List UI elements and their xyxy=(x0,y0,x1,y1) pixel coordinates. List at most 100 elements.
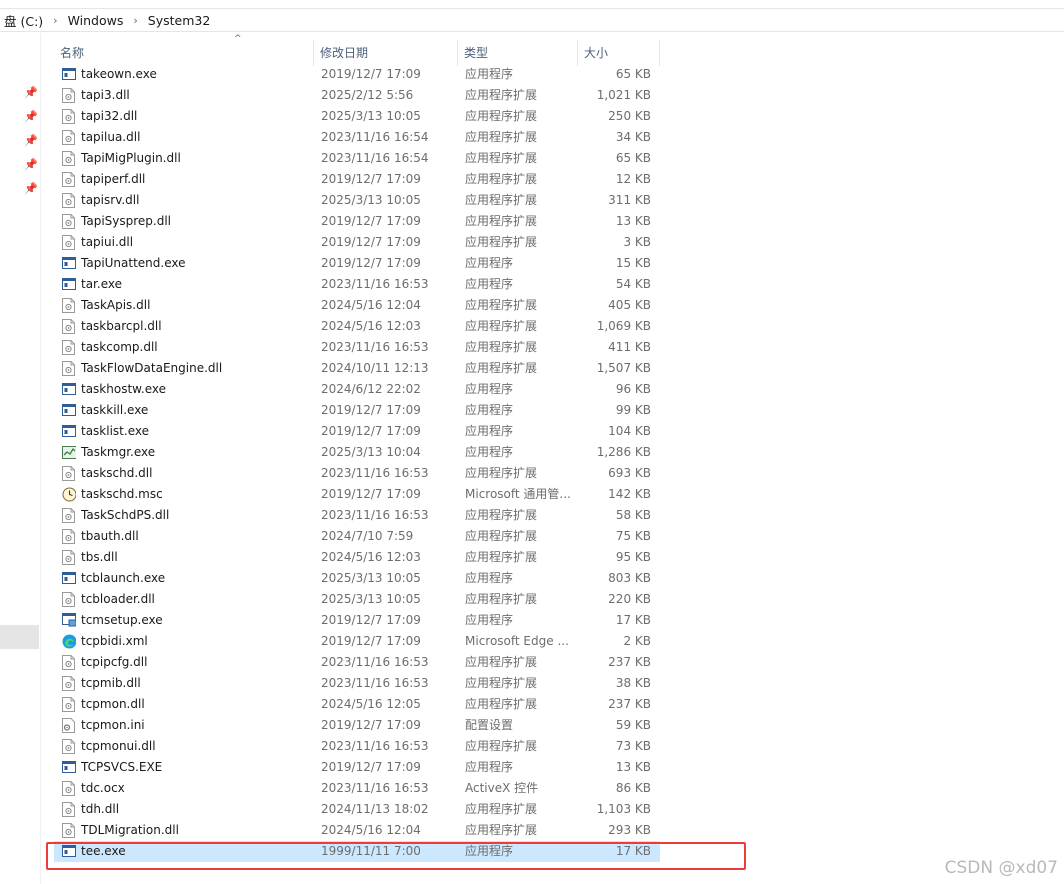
exe-icon xyxy=(62,760,76,775)
file-row[interactable]: taskkill.exe 2019/12/7 17:09 应用程序 99 KB xyxy=(54,400,660,421)
dll-icon xyxy=(62,676,76,691)
file-row[interactable]: TaskSchdPS.dll 2023/11/16 16:53 应用程序扩展 58 K… xyxy=(54,505,660,526)
dll-icon xyxy=(62,172,76,187)
file-date: 2023/11/16 16:54 xyxy=(321,130,429,144)
dll-icon xyxy=(62,340,76,355)
file-name: tcpipcfg.dll xyxy=(81,655,148,669)
column-header-name[interactable]: 名称 xyxy=(54,40,314,66)
file-row[interactable]: TCPSVCS.EXE 2019/12/7 17:09 应用程序 13 KB xyxy=(54,757,660,778)
file-size: 1,069 KB xyxy=(596,319,651,333)
file-row[interactable]: tcpbidi.xml 2019/12/7 17:09 Microsoft Edge… xyxy=(54,631,660,652)
file-type: 应用程序 xyxy=(465,613,514,627)
file-date: 2023/11/16 16:53 xyxy=(321,508,429,522)
taskmgr-icon xyxy=(62,445,76,460)
file-row[interactable]: tcpmonui.dll 2023/11/16 16:53 应用程序扩展 73 KB xyxy=(54,736,660,757)
file-row[interactable]: TaskFlowDataEngine.dll 2024/10/11 12:13 应用… xyxy=(54,358,660,379)
file-row[interactable]: takeown.exe 2019/12/7 17:09 应用程序 65 KB xyxy=(54,64,660,85)
column-header-date[interactable]: 修改日期 xyxy=(314,40,458,66)
file-date: 2023/11/16 16:53 xyxy=(321,739,429,753)
file-name: tcbloader.dll xyxy=(81,592,155,606)
file-type: 应用程序扩展 xyxy=(465,214,538,228)
dll-icon xyxy=(62,550,76,565)
file-row[interactable]: taskhostw.exe 2024/6/12 22:02 应用程序 96 KB xyxy=(54,379,660,400)
pin-icon: 📌 xyxy=(24,134,38,147)
file-name: TaskApis.dll xyxy=(81,298,151,312)
file-row[interactable]: tbs.dll 2024/5/16 12:03 应用程序扩展 95 KB xyxy=(54,547,660,568)
file-type: 应用程序扩展 xyxy=(465,592,538,606)
file-row[interactable]: TapiMigPlugin.dll 2023/11/16 16:54 应用程序扩展 6… xyxy=(54,148,660,169)
file-name: taskschd.msc xyxy=(81,487,163,501)
file-row[interactable]: taskbarcpl.dll 2024/5/16 12:03 应用程序扩展 1,069… xyxy=(54,316,660,337)
file-date: 2025/3/13 10:04 xyxy=(321,445,421,459)
file-row[interactable]: taskschd.dll 2023/11/16 16:53 应用程序扩展 693 KB xyxy=(54,463,660,484)
file-size: 17 KB xyxy=(615,613,651,627)
file-row[interactable]: tcpmib.dll 2023/11/16 16:53 应用程序扩展 38 KB xyxy=(54,673,660,694)
file-type: 应用程序 xyxy=(465,67,514,81)
file-name: taskbarcpl.dll xyxy=(81,319,162,333)
column-header-type[interactable]: 类型 xyxy=(458,40,578,66)
file-type: 应用程序 xyxy=(465,382,514,396)
nav-selected-item[interactable] xyxy=(0,625,39,649)
file-date: 2023/11/16 16:54 xyxy=(321,151,429,165)
column-header: 名称 ^ 修改日期 类型 大小 xyxy=(54,34,660,66)
file-row[interactable]: tbauth.dll 2024/7/10 7:59 应用程序扩展 75 KB xyxy=(54,526,660,547)
file-row[interactable]: tdc.ocx 2023/11/16 16:53 ActiveX 控件 86 KB xyxy=(54,778,660,799)
file-row[interactable]: Taskmgr.exe 2025/3/13 10:04 应用程序 1,286 KB xyxy=(54,442,660,463)
file-row[interactable]: TapiSysprep.dll 2019/12/7 17:09 应用程序扩展 13 K… xyxy=(54,211,660,232)
file-size: 237 KB xyxy=(608,697,651,711)
file-name: tdc.ocx xyxy=(81,781,125,795)
file-date: 2019/12/7 17:09 xyxy=(321,487,421,501)
dll-icon xyxy=(62,508,76,523)
file-type: Microsoft 通用管... xyxy=(465,487,571,501)
file-row[interactable]: tar.exe 2023/11/16 16:53 应用程序 54 KB xyxy=(54,274,660,295)
dll-icon xyxy=(62,298,76,313)
file-row[interactable]: tcpmon.ini 2019/12/7 17:09 配置设置 59 KB xyxy=(54,715,660,736)
file-row[interactable]: tapi32.dll 2025/3/13 10:05 应用程序扩展 250 KB xyxy=(54,106,660,127)
file-row[interactable]: tcpmon.dll 2024/5/16 12:05 应用程序扩展 237 KB xyxy=(54,694,660,715)
file-row[interactable]: taskcomp.dll 2023/11/16 16:53 应用程序扩展 411 KB xyxy=(54,337,660,358)
file-row[interactable]: TaskApis.dll 2024/5/16 12:04 应用程序扩展 405 KB xyxy=(54,295,660,316)
file-row[interactable]: tapisrv.dll 2025/3/13 10:05 应用程序扩展 311 KB xyxy=(54,190,660,211)
file-row[interactable]: tcblaunch.exe 2025/3/13 10:05 应用程序 803 KB xyxy=(54,568,660,589)
file-name: TaskFlowDataEngine.dll xyxy=(81,361,223,375)
file-date: 2024/5/16 12:03 xyxy=(321,550,421,564)
file-row[interactable]: tapilua.dll 2023/11/16 16:54 应用程序扩展 34 KB xyxy=(54,127,660,148)
file-row[interactable]: TapiUnattend.exe 2019/12/7 17:09 应用程序 15 KB xyxy=(54,253,660,274)
breadcrumb-drive[interactable]: 盘 (C:) xyxy=(0,11,47,30)
file-type: 应用程序 xyxy=(465,403,514,417)
file-row[interactable]: TDLMigration.dll 2024/5/16 12:04 应用程序扩展 293… xyxy=(54,820,660,841)
file-size: 15 KB xyxy=(615,256,651,270)
file-row[interactable]: tapiperf.dll 2019/12/7 17:09 应用程序扩展 12 KB xyxy=(54,169,660,190)
file-size: 3 KB xyxy=(623,235,651,249)
file-type: 应用程序 xyxy=(465,424,514,438)
file-row[interactable]: taskschd.msc 2019/12/7 17:09 Microsoft 通用管… xyxy=(54,484,660,505)
file-row[interactable]: tapi3.dll 2025/2/12 5:56 应用程序扩展 1,021 KB xyxy=(54,85,660,106)
chevron-right-icon: › xyxy=(133,13,138,27)
file-row[interactable]: tdh.dll 2024/11/13 18:02 应用程序扩展 1,103 KB xyxy=(54,799,660,820)
file-name: tcpmonui.dll xyxy=(81,739,156,753)
file-row[interactable]: tapiui.dll 2019/12/7 17:09 应用程序扩展 3 KB xyxy=(54,232,660,253)
column-header-size[interactable]: 大小 xyxy=(578,40,660,66)
file-row[interactable]: tcpipcfg.dll 2023/11/16 16:53 应用程序扩展 237 KB xyxy=(54,652,660,673)
file-type: Microsoft Edge ... xyxy=(465,634,569,648)
file-row[interactable]: tcmsetup.exe 2019/12/7 17:09 应用程序 17 KB xyxy=(54,610,660,631)
file-size: 58 KB xyxy=(615,508,651,522)
file-type: 应用程序扩展 xyxy=(465,508,538,522)
file-size: 99 KB xyxy=(615,403,651,417)
dll-icon xyxy=(62,88,76,103)
file-type: 应用程序扩展 xyxy=(465,550,538,564)
exe-icon xyxy=(62,382,76,397)
breadcrumb-windows[interactable]: Windows xyxy=(64,13,128,28)
dll-icon xyxy=(62,319,76,334)
file-name: tapisrv.dll xyxy=(81,193,140,207)
file-date: 2023/11/16 16:53 xyxy=(321,676,429,690)
file-type: 应用程序扩展 xyxy=(465,109,538,123)
address-bar[interactable]: 盘 (C:) › Windows › System32 xyxy=(0,8,1064,32)
file-type: 应用程序扩展 xyxy=(465,739,538,753)
file-row[interactable]: tcbloader.dll 2025/3/13 10:05 应用程序扩展 220 KB xyxy=(54,589,660,610)
dll-icon xyxy=(62,529,76,544)
file-type: 应用程序扩展 xyxy=(465,298,538,312)
file-type: 应用程序扩展 xyxy=(465,655,538,669)
file-row[interactable]: tasklist.exe 2019/12/7 17:09 应用程序 104 KB xyxy=(54,421,660,442)
breadcrumb-system32[interactable]: System32 xyxy=(144,13,215,28)
